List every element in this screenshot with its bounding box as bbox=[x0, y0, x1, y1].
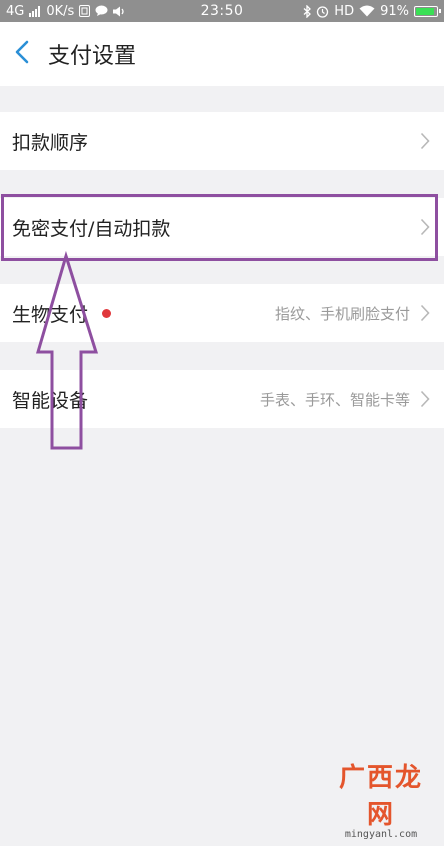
chevron-right-icon bbox=[420, 389, 432, 409]
sim-icon bbox=[79, 5, 91, 17]
status-time: 23:50 bbox=[200, 3, 244, 19]
settings-item-deduction-order[interactable]: 扣款顺序 bbox=[0, 112, 444, 170]
back-button[interactable] bbox=[0, 22, 44, 86]
hd-indicator: HD bbox=[334, 3, 355, 19]
network-speed: 0K/s bbox=[46, 3, 75, 19]
signal-bars-icon bbox=[29, 5, 41, 17]
settings-item-label: 生物支付 bbox=[12, 303, 89, 326]
notification-dot bbox=[102, 308, 112, 318]
chevron-left-icon bbox=[15, 40, 29, 68]
status-right: HD 91% bbox=[288, 3, 441, 19]
chat-bubble-icon bbox=[95, 5, 108, 17]
settings-item-label: 扣款顺序 bbox=[12, 131, 89, 154]
watermark-logo-text: 广西龙网 bbox=[338, 763, 423, 830]
chevron-right-icon bbox=[420, 217, 432, 237]
status-bar: 4G 0K/s 23:50 HD 91% bbox=[0, 0, 444, 22]
battery-percent: 91% bbox=[380, 3, 409, 19]
settings-item-smart-devices[interactable]: 智能设备 手表、手环、智能卡等 bbox=[0, 370, 444, 428]
settings-item-label: 智能设备 bbox=[12, 389, 89, 412]
app-header: 支付设置 bbox=[0, 22, 444, 86]
settings-item-label: 免密支付/自动扣款 bbox=[12, 217, 171, 240]
settings-item-value: 手表、手环、智能卡等 bbox=[259, 390, 410, 409]
settings-item-value: 指纹、手机刷脸支付 bbox=[274, 304, 410, 323]
page-title: 支付设置 bbox=[48, 44, 137, 69]
chevron-right-icon bbox=[420, 303, 432, 323]
speaker-icon bbox=[113, 6, 125, 17]
watermark: 广西龙网 mingyanl.com bbox=[326, 757, 436, 840]
chevron-right-icon bbox=[420, 131, 432, 151]
status-left: 4G 0K/s bbox=[6, 4, 156, 19]
alarm-icon bbox=[316, 5, 329, 18]
bluetooth-icon bbox=[303, 4, 312, 18]
battery-icon bbox=[414, 5, 441, 17]
battery-level bbox=[416, 7, 435, 15]
wifi-icon bbox=[359, 5, 375, 17]
network-type: 4G bbox=[6, 3, 25, 19]
settings-item-password-free-payment[interactable]: 免密支付/自动扣款 bbox=[0, 198, 444, 256]
watermark-url: mingyanl.com bbox=[344, 829, 418, 840]
settings-item-biometric-payment[interactable]: 生物支付 指纹、手机刷脸支付 bbox=[0, 284, 444, 342]
